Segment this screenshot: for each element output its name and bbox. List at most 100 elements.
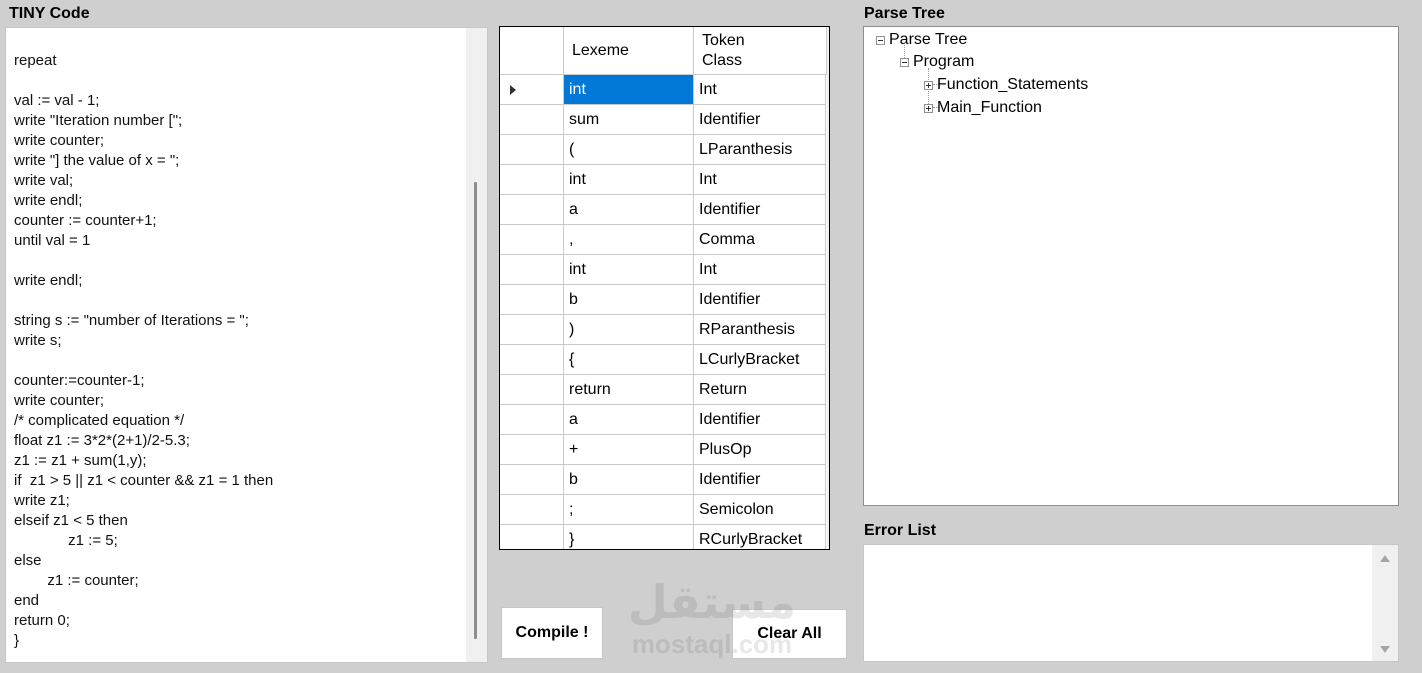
row-header-corner — [500, 27, 564, 75]
compile-button[interactable]: Compile ! — [501, 607, 603, 659]
token-class-cell[interactable]: Int — [694, 75, 826, 105]
lexeme-cell[interactable]: ; — [564, 495, 694, 525]
lexeme-cell[interactable]: return — [564, 375, 694, 405]
token-row[interactable]: int Int — [500, 75, 827, 105]
lexeme-cell[interactable]: + — [564, 435, 694, 465]
token-row[interactable]: return Return — [500, 375, 827, 405]
token-row[interactable]: a Identifier — [500, 195, 827, 225]
scroll-down-arrow-icon[interactable] — [1380, 646, 1390, 653]
row-header[interactable] — [500, 225, 564, 255]
column-header-token-class[interactable]: Token Class — [694, 27, 827, 75]
token-row[interactable]: sum Identifier — [500, 105, 827, 135]
token-class-cell[interactable]: Identifier — [694, 405, 826, 435]
tiny-code-text[interactable]: repeat val := val - 1; write "Iteration … — [14, 31, 464, 651]
row-header[interactable] — [500, 435, 564, 465]
token-class-cell[interactable]: Int — [694, 255, 826, 285]
lexeme-cell[interactable]: { — [564, 345, 694, 375]
token-table-scrollbar[interactable] — [827, 27, 829, 549]
token-class-cell[interactable]: LCurlyBracket — [694, 345, 826, 375]
row-header[interactable] — [500, 315, 564, 345]
lexeme-cell[interactable]: a — [564, 195, 694, 225]
expand-icon[interactable] — [924, 80, 933, 90]
token-class-cell[interactable]: Identifier — [694, 105, 826, 135]
token-class-cell[interactable]: RCurlyBracket — [694, 525, 826, 549]
lexeme-cell[interactable]: ( — [564, 135, 694, 165]
lexeme-cell[interactable]: sum — [564, 105, 694, 135]
token-row[interactable]: int Int — [500, 255, 827, 285]
token-table-header: Lexeme Token Class — [500, 27, 827, 75]
row-header[interactable] — [500, 405, 564, 435]
token-class-cell[interactable]: RParanthesis — [694, 315, 826, 345]
row-header[interactable] — [500, 345, 564, 375]
token-class-cell[interactable]: Identifier — [694, 285, 826, 315]
parse-tree-label: Parse Tree — [864, 5, 945, 22]
tree-node-program[interactable]: Program — [900, 51, 974, 73]
code-scrollbar[interactable] — [466, 28, 487, 662]
error-list-box[interactable] — [863, 544, 1399, 662]
token-row[interactable]: ) RParanthesis — [500, 315, 827, 345]
collapse-icon[interactable] — [900, 57, 909, 67]
token-table[interactable]: Lexeme Token Class int Int sum Identifier(L… — [499, 26, 830, 550]
tiny-code-editor[interactable]: repeat val := val - 1; write "Iteration … — [5, 27, 488, 663]
row-header[interactable] — [500, 495, 564, 525]
tree-node-main-function[interactable]: Main_Function — [924, 97, 1042, 119]
error-list-label: Error List — [864, 522, 937, 539]
row-header[interactable] — [500, 375, 564, 405]
row-header[interactable] — [500, 195, 564, 225]
token-row[interactable]: , Comma — [500, 225, 827, 255]
token-class-cell[interactable]: Comma — [694, 225, 826, 255]
tiny-code-label: TINY Code — [9, 5, 90, 22]
token-class-cell[interactable]: Int — [694, 165, 826, 195]
lexeme-cell[interactable]: ) — [564, 315, 694, 345]
token-row[interactable]: } RCurlyBracket — [500, 525, 827, 549]
lexeme-cell[interactable]: int — [564, 75, 694, 105]
current-row-arrow-icon — [510, 85, 516, 95]
row-header[interactable] — [500, 105, 564, 135]
tree-node-root[interactable]: Parse Tree — [876, 29, 967, 51]
clear-all-button[interactable]: Clear All — [732, 609, 847, 659]
lexeme-cell[interactable]: a — [564, 405, 694, 435]
row-header[interactable] — [500, 255, 564, 285]
lexeme-cell[interactable]: } — [564, 525, 694, 549]
tree-node-program-label: Program — [913, 53, 975, 70]
row-header[interactable] — [500, 165, 564, 195]
lexeme-cell[interactable]: int — [564, 165, 694, 195]
column-header-lexeme-label: Lexeme — [572, 41, 629, 59]
lexeme-cell[interactable]: b — [564, 465, 694, 495]
token-row[interactable]: a Identifier — [500, 405, 827, 435]
column-header-token-class-label: Token Class — [702, 31, 745, 69]
token-row[interactable]: int Int — [500, 165, 827, 195]
token-class-cell[interactable]: PlusOp — [694, 435, 826, 465]
error-list-scrollbar[interactable] — [1372, 545, 1398, 661]
parse-tree-view[interactable]: Parse Tree Program Function_Statements M… — [863, 26, 1399, 506]
lexeme-cell[interactable]: b — [564, 285, 694, 315]
row-header[interactable] — [500, 135, 564, 165]
token-table-body: int Int sum Identifier(LParanthesis int Int a I… — [500, 75, 827, 549]
token-class-cell[interactable]: Return — [694, 375, 826, 405]
code-scrollbar-thumb[interactable] — [474, 182, 477, 639]
column-header-lexeme[interactable]: Lexeme — [564, 27, 694, 75]
tree-node-function-statements[interactable]: Function_Statements — [924, 74, 1088, 96]
token-row[interactable]: + PlusOp — [500, 435, 827, 465]
collapse-icon[interactable] — [876, 35, 885, 45]
row-header[interactable] — [500, 465, 564, 495]
lexeme-cell[interactable]: int — [564, 255, 694, 285]
token-row[interactable]: ; Semicolon — [500, 495, 827, 525]
tree-node-main-function-label: Main_Function — [937, 99, 1042, 116]
lexeme-cell[interactable]: , — [564, 225, 694, 255]
scroll-up-arrow-icon[interactable] — [1380, 555, 1390, 562]
token-row[interactable]: (LParanthesis — [500, 135, 827, 165]
expand-icon[interactable] — [924, 103, 933, 113]
token-class-cell[interactable]: LParanthesis — [694, 135, 826, 165]
token-row[interactable]: {LCurlyBracket — [500, 345, 827, 375]
token-row[interactable]: b Identifier — [500, 285, 827, 315]
row-header[interactable] — [500, 285, 564, 315]
row-header[interactable] — [500, 75, 564, 105]
row-header[interactable] — [500, 525, 564, 549]
token-row[interactable]: b Identifier — [500, 465, 827, 495]
token-class-cell[interactable]: Identifier — [694, 195, 826, 225]
tree-node-root-label: Parse Tree — [889, 31, 968, 48]
token-class-cell[interactable]: Semicolon — [694, 495, 826, 525]
token-class-cell[interactable]: Identifier — [694, 465, 826, 495]
tree-node-function-statements-label: Function_Statements — [937, 76, 1089, 93]
